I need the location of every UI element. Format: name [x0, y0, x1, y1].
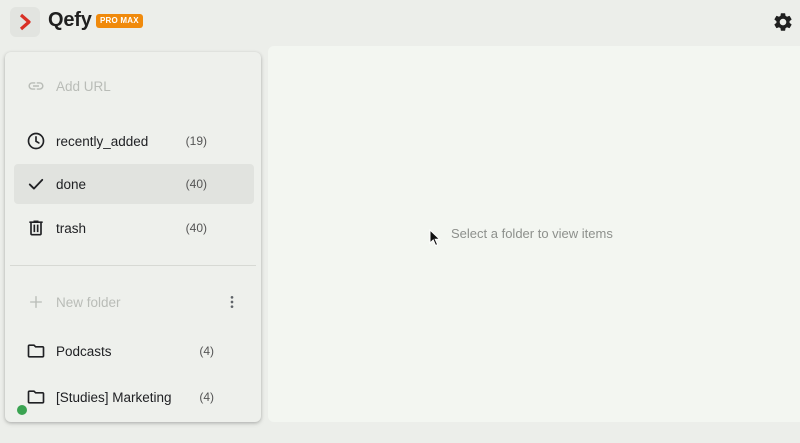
check-icon [26, 174, 46, 194]
item-count: (19) [185, 134, 207, 148]
more-vertical-icon[interactable] [224, 294, 240, 310]
sidebar-item-label: recently_added [56, 133, 149, 149]
trash-icon [26, 218, 46, 238]
empty-state-message: Select a folder to view items [451, 226, 613, 241]
sidebar-divider [10, 265, 256, 266]
qefy-logo-icon[interactable] [10, 7, 40, 37]
new-folder-button[interactable]: New folder [14, 282, 254, 322]
new-folder-label: New folder [56, 294, 121, 310]
item-count: (4) [199, 344, 214, 358]
folder-label: Podcasts [56, 343, 112, 359]
sidebar-item-label: trash [56, 220, 87, 236]
add-url-label: Add URL [56, 78, 111, 94]
sidebar-item-done[interactable]: done (40) [14, 164, 254, 204]
sidebar-item-label: done [56, 176, 87, 192]
folder-item-studies-marketing[interactable]: [Studies] Marketing (4) [14, 377, 254, 417]
sidebar: Add URL recently_added (19) done (40) tr… [5, 52, 261, 422]
folder-icon [26, 387, 46, 407]
top-bar: Qefy PRO MAX [0, 0, 800, 44]
item-count: (40) [185, 221, 207, 235]
folder-item-podcasts[interactable]: Podcasts (4) [14, 331, 254, 371]
clock-icon [26, 131, 46, 151]
folder-label: [Studies] Marketing [56, 389, 172, 405]
gear-icon [774, 13, 792, 31]
mouse-cursor-icon [429, 229, 441, 247]
main-content: Select a folder to view items [268, 46, 800, 422]
sidebar-item-trash[interactable]: trash (40) [14, 208, 254, 248]
item-count: (4) [199, 390, 214, 404]
status-dot [17, 405, 27, 415]
sidebar-item-recently-added[interactable]: recently_added (19) [14, 121, 254, 161]
add-url-button[interactable]: Add URL [14, 66, 254, 106]
item-count: (40) [185, 177, 207, 191]
brand-name: Qefy [48, 9, 92, 31]
pro-max-badge: PRO MAX [96, 14, 143, 28]
settings-button[interactable] [772, 11, 794, 33]
folder-icon [26, 341, 46, 361]
plus-icon [26, 292, 46, 312]
link-icon [26, 76, 46, 96]
